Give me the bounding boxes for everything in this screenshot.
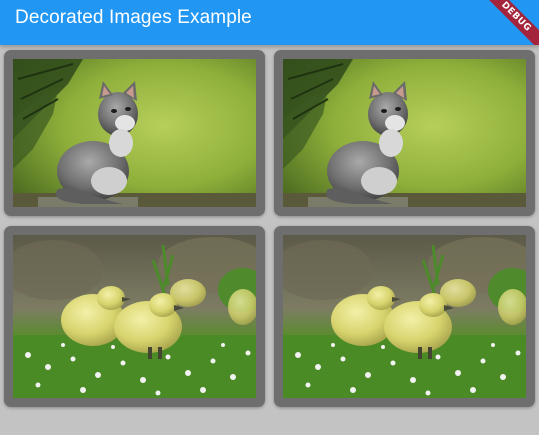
image-grid [0,45,539,435]
goslings-photo [283,235,526,398]
decorated-image-card[interactable] [4,226,265,407]
decorated-image-card[interactable] [274,226,535,407]
kitten-photo [13,59,256,207]
debug-banner: DEBUG [479,0,539,45]
kitten-photo [283,59,526,207]
goslings-photo [13,235,256,398]
app-bar: Decorated Images Example DEBUG [0,0,539,45]
debug-banner-label: DEBUG [479,0,539,45]
decorated-image-card[interactable] [274,50,535,216]
decorated-image-card[interactable] [4,50,265,216]
app-bar-title: Decorated Images Example [15,7,252,28]
